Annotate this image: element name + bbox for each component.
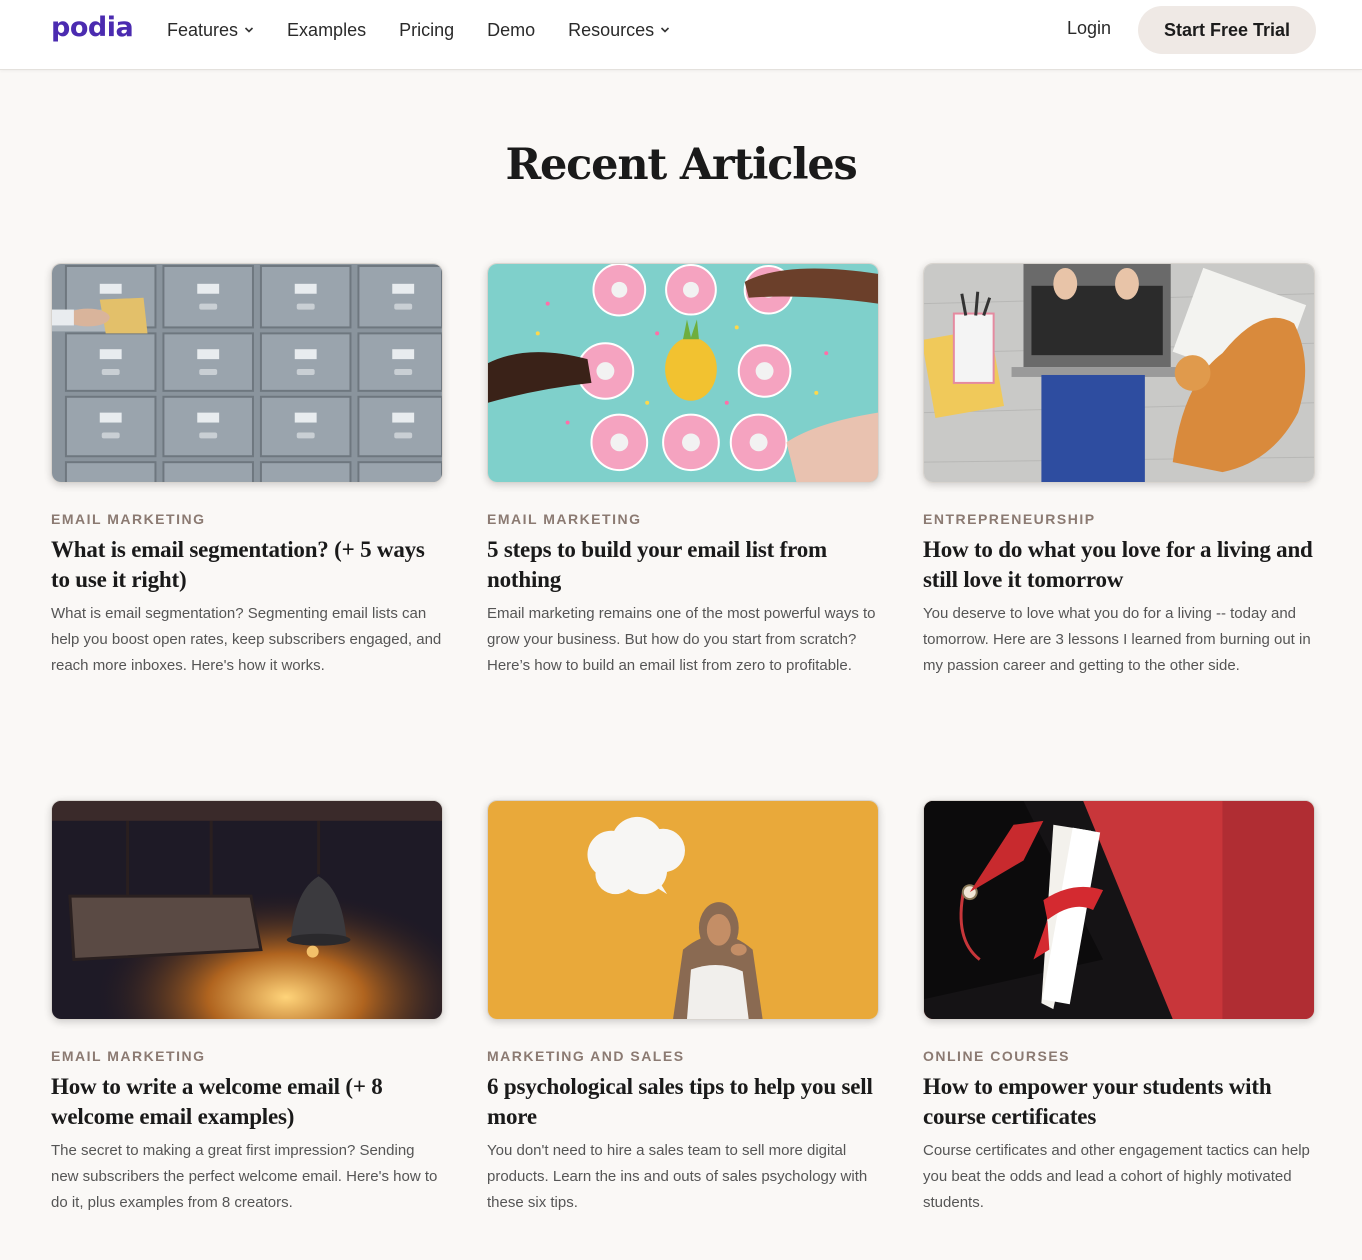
article-title[interactable]: How to write a welcome email (+ 8 welcom… <box>51 1072 443 1132</box>
article-title[interactable]: What is email segmentation? (+ 5 ways to… <box>51 535 443 595</box>
article-description: You don't need to hire a sales team to s… <box>487 1142 868 1211</box>
nav-demo[interactable]: Demo <box>487 20 535 41</box>
main-nav: Features Examples Pricing Demo Resources <box>167 0 703 60</box>
article-card[interactable]: MARKETING AND SALES 6 psychological sale… <box>487 800 879 1216</box>
article-category: EMAIL MARKETING <box>51 511 206 527</box>
file-cabinet-drawers-photo <box>52 264 442 482</box>
nav-examples[interactable]: Examples <box>287 20 366 41</box>
nav-demo-label: Demo <box>487 19 536 40</box>
nav-examples-label: Examples <box>287 19 367 40</box>
article-card[interactable]: ONLINE COURSES How to empower your stude… <box>923 800 1315 1216</box>
article-image[interactable] <box>51 263 443 483</box>
article-image[interactable] <box>51 800 443 1020</box>
nav-features[interactable]: Features <box>167 20 254 41</box>
login-link[interactable]: Login <box>1067 18 1111 39</box>
welcome-sign-bell-photo <box>52 801 442 1019</box>
article-category: ENTREPRENEURSHIP <box>923 511 1096 527</box>
article-description: You deserve to love what you do for a li… <box>923 605 1311 674</box>
start-free-trial-button[interactable]: Start Free Trial <box>1138 6 1316 54</box>
article-category: EMAIL MARKETING <box>487 511 642 527</box>
chevron-down-icon <box>244 27 254 33</box>
podia-logo[interactable]: podia <box>51 12 134 43</box>
article-card[interactable]: ENTREPRENEURSHIP How to do what you love… <box>923 263 1315 679</box>
chevron-down-icon <box>661 27 670 33</box>
article-image[interactable] <box>487 800 879 1020</box>
article-image[interactable] <box>923 263 1315 483</box>
article-image[interactable] <box>487 263 879 483</box>
page-title: Recent Articles <box>505 140 857 190</box>
article-description: The secret to making a great first impre… <box>51 1142 438 1211</box>
thinking-woman-speech-bubble-photo <box>488 801 878 1019</box>
article-image[interactable] <box>923 800 1315 1020</box>
nav-pricing-label: Pricing <box>399 19 455 40</box>
donuts-on-teal-photo <box>488 264 878 482</box>
article-description: What is email segmentation? Segmenting e… <box>51 605 442 674</box>
article-category: MARKETING AND SALES <box>487 1048 685 1064</box>
nav-resources[interactable]: Resources <box>568 20 670 41</box>
article-title[interactable]: How to do what you love for a living and… <box>923 535 1315 595</box>
site-header: podia Features Examples Pricing Demo Res… <box>0 0 1362 70</box>
article-title[interactable]: 6 psychological sales tips to help you s… <box>487 1072 879 1132</box>
article-title[interactable]: 5 steps to build your email list from no… <box>487 535 879 595</box>
article-category: ONLINE COURSES <box>923 1048 1071 1064</box>
article-title[interactable]: How to empower your students with course… <box>923 1072 1315 1132</box>
article-card[interactable]: EMAIL MARKETING What is email segmentati… <box>51 263 443 679</box>
nav-features-label: Features <box>167 19 239 40</box>
nav-resources-label: Resources <box>568 19 655 40</box>
graduation-cap-diploma-photo <box>924 801 1314 1019</box>
article-description: Course certificates and other engagement… <box>923 1142 1310 1211</box>
article-description: Email marketing remains one of the most … <box>487 605 876 674</box>
nav-pricing[interactable]: Pricing <box>399 20 454 41</box>
article-category: EMAIL MARKETING <box>51 1048 206 1064</box>
laptop-and-cat-photo <box>924 264 1314 482</box>
article-card[interactable]: EMAIL MARKETING How to write a welcome e… <box>51 800 443 1216</box>
article-card[interactable]: EMAIL MARKETING 5 steps to build your em… <box>487 263 879 679</box>
